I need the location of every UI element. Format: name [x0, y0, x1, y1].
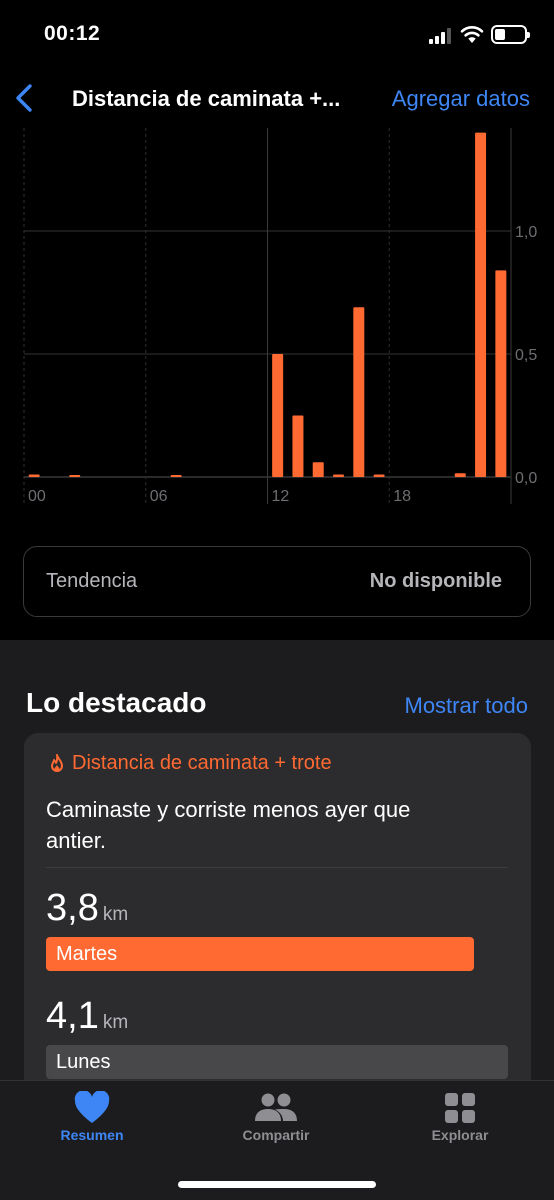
chart-bar-00 [28, 474, 40, 477]
chart-bar-14 [312, 462, 324, 477]
show-all-button[interactable]: Mostrar todo [405, 693, 529, 719]
wifi-icon [460, 26, 484, 43]
chart-x-tick-label: 12 [272, 488, 290, 505]
chart-bar-02 [69, 475, 81, 477]
trend-label: Tendencia [46, 570, 138, 592]
distance-chart[interactable]: 00 06 12 18 1,0 0,5 0,0 [0, 128, 554, 510]
trend-card[interactable]: Tendencia No disponible [23, 546, 531, 617]
chart-y-tick-label: 0,0 [515, 470, 537, 487]
tab-label: Explorar [431, 1127, 489, 1143]
chart-bar-13 [292, 415, 304, 477]
card-description: Caminaste y corriste menos ayer que anti… [46, 797, 411, 853]
tab-explorar[interactable]: Explorar [390, 1091, 530, 1151]
metric-unit: km [102, 904, 129, 925]
cellular-signal-icon [429, 28, 455, 44]
highlights-section: Lo destacado Mostrar todo Distancia de c… [0, 640, 554, 1093]
metric-unit: km [102, 1012, 129, 1033]
home-indicator [178, 1181, 376, 1188]
flame-icon [51, 753, 63, 772]
metric-monday: 4,1 km [46, 995, 128, 1038]
tab-label: Compartir [242, 1127, 310, 1143]
grid-icon [445, 1093, 475, 1123]
chart-bar-12 [272, 354, 284, 477]
chart-x-tick-label: 00 [28, 488, 46, 505]
highlights-title: Lo destacado [26, 687, 207, 718]
trend-value: No disponible [369, 570, 502, 592]
chart-bar-17 [373, 474, 385, 477]
tab-label: Resumen [60, 1127, 124, 1143]
metric-day-label: Martes [56, 943, 118, 965]
chart-x-tick-label: 18 [393, 488, 411, 505]
battery-icon [491, 25, 530, 44]
metric-value: 4,1 [46, 995, 99, 1037]
chart-x-tick-label: 06 [150, 488, 168, 505]
metric-bar-monday: Lunes [46, 1045, 508, 1079]
battery-level [495, 29, 505, 40]
card-category: Distancia de caminata + trote [72, 752, 332, 774]
chart-bar-22 [475, 132, 487, 477]
metric-bar-tuesday: Martes [46, 937, 474, 971]
chevron-left-icon [16, 84, 32, 112]
card-divider [46, 867, 508, 868]
add-data-button[interactable]: Agregar datos [392, 86, 530, 112]
chart-bar-23 [495, 270, 507, 477]
people-icon [255, 1093, 297, 1121]
chart-bar-07 [170, 475, 182, 477]
chart-bar-21 [454, 473, 466, 477]
page-title: Distancia de caminata +... [72, 86, 341, 111]
chart-y-tick-label: 1,0 [515, 224, 537, 241]
chart-bar-15 [333, 474, 345, 477]
metric-tuesday: 3,8 km [46, 887, 128, 930]
metric-day-label: Lunes [56, 1051, 111, 1073]
highlight-card[interactable]: Distancia de caminata + trote Caminaste … [24, 733, 531, 1093]
back-button[interactable] [8, 80, 44, 116]
tab-compartir[interactable]: Compartir [206, 1091, 346, 1151]
navigation-bar: Distancia de caminata +... Agregar datos [0, 70, 554, 128]
heart-icon [74, 1091, 110, 1123]
chart-svg: 00 06 12 18 1,0 0,5 0,0 [23, 128, 537, 505]
status-time: 00:12 [44, 22, 101, 45]
metric-value: 3,8 [46, 887, 99, 929]
status-bar: 00:12 [0, 0, 554, 70]
card-header: Distancia de caminata + trote [48, 752, 332, 775]
tab-resumen[interactable]: Resumen [22, 1091, 162, 1151]
chart-bar-16 [353, 307, 365, 477]
chart-y-tick-label: 0,5 [515, 347, 537, 364]
